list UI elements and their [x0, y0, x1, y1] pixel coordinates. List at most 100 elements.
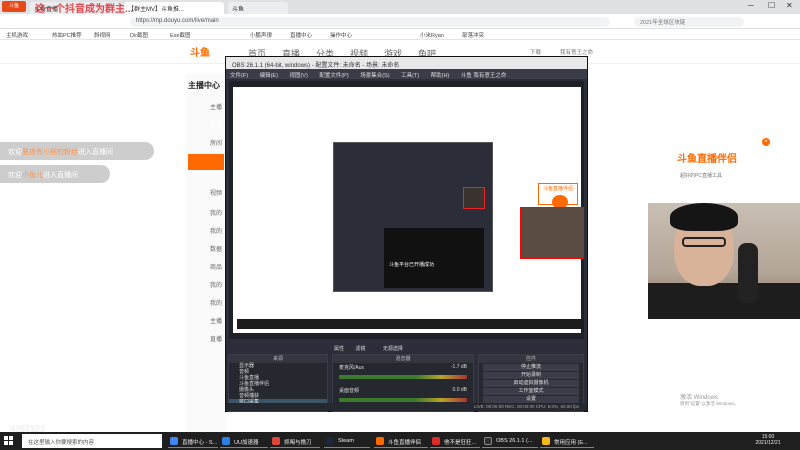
obs-source-toolbar: 属性 滤镜 无源选择 [226, 343, 587, 352]
obs-menu-item[interactable]: 斗鱼 我有意王之命 [461, 73, 507, 79]
taskbar-clock[interactable]: 15:00 2021/12/21 [748, 434, 788, 446]
bookmark-item[interactable]: Dir截图 [130, 31, 148, 39]
windows-activation-watermark: 激活 Windows 转到"设置"以激活 Windows。 [680, 392, 739, 407]
folder-icon [542, 437, 550, 445]
sidebar-item[interactable]: 我的 [210, 298, 222, 307]
bookmarks-bar: 主机游戏 热血PC推荐 斜视网 Dir截图 Exe截图 小鹏声律 直播中心 操作… [0, 29, 800, 40]
sidebar-item[interactable]: 商品 [210, 262, 222, 271]
captured-screen: 斗鱼平台已开播成功 斗鱼直播伴侣 [233, 87, 584, 333]
mixer-channel-name: 麦克风/Aux [339, 365, 365, 371]
obs-icon [484, 437, 492, 445]
taskbar-app[interactable]: 常用应用 (E... [540, 434, 594, 448]
obs-menu-item[interactable]: 工具(T) [401, 73, 419, 79]
browser-search-input[interactable]: 2021年全球区块链 [634, 17, 744, 27]
taskbar-app-label: Steam [338, 438, 354, 444]
mixer-channel-level: -1.7 dB [450, 364, 467, 370]
obs-title-bar: OBS 26.1.1 (64-bit, windows) - 配置文件: 未命名… [226, 57, 587, 69]
no-source-label: 无源选择 [382, 346, 403, 352]
watermark-line: 转到"设置"以激活 Windows。 [680, 401, 739, 406]
nested-obs-preview: 斗鱼平台已开播成功 [333, 142, 493, 292]
sidebar-item[interactable]: 房间 [210, 138, 222, 147]
promo-title: 斗鱼直播伴侣 [677, 154, 737, 165]
taskbar-app[interactable]: 斗鱼直播伴侣 [374, 434, 428, 448]
obs-menu-item[interactable]: 视图(V) [289, 73, 307, 79]
download-link[interactable]: 下载 [530, 48, 541, 56]
panel-header: 控件 [479, 355, 583, 363]
obs-menu-item[interactable]: 文件(F) [230, 73, 248, 79]
bookmark-item[interactable]: 主机游戏 [6, 31, 28, 39]
sidebar-item[interactable]: 直播 [210, 156, 222, 165]
chat-prefix: 欢迎 [8, 149, 22, 156]
bookmark-item[interactable]: 小米Ryan [420, 31, 444, 39]
chat-welcome-message: 欢迎夏夜有小熊的粉丝进入直播间 [0, 142, 154, 160]
maximize-icon[interactable]: ☐ [768, 1, 775, 10]
taskbar-app-label: OBS 26.1.1 (... [496, 438, 533, 444]
nested-webcam-source [463, 187, 485, 209]
start-recording-button[interactable]: 开始录制 [483, 372, 579, 379]
app-icon [432, 437, 440, 445]
obs-menu-item[interactable]: 编辑(E) [260, 73, 278, 79]
douyu-icon [376, 437, 384, 445]
douyu-live-logo: 斗鱼 [2, 1, 26, 12]
douyu-watermark-logo: 斗鱼 [8, 396, 41, 413]
panel-header: 混音器 [333, 355, 473, 363]
sidebar-item[interactable]: 直播 [210, 120, 222, 129]
sidebar-item[interactable]: 我的 [210, 226, 222, 235]
mic-volume-meter[interactable] [339, 375, 467, 379]
app-icon [272, 437, 280, 445]
filters-button[interactable]: 滤镜 [355, 346, 365, 352]
taskbar-app[interactable]: 他不是狂狂... [430, 434, 480, 448]
mixer-channel-name: 桌面音频 [339, 388, 360, 394]
stop-streaming-button[interactable]: 停止推流 [483, 364, 579, 371]
browser-tab[interactable]: 斗鱼 [228, 2, 288, 14]
studio-mode-button[interactable]: 工作室模式 [483, 388, 579, 395]
panel-header: 来源 [229, 355, 327, 363]
url-field[interactable]: https://mp.douyu.com/live/main [130, 17, 610, 27]
virtual-camera-button[interactable]: 启动虚拟摄像机 [483, 380, 579, 387]
taskbar-app[interactable]: OBS 26.1.1 (... [482, 434, 538, 448]
obs-preview[interactable]: 斗鱼平台已开播成功 斗鱼直播伴侣 [229, 81, 584, 339]
bookmark-item[interactable]: 部落冲突 [462, 31, 484, 39]
bookmark-item[interactable]: 操作中心 [330, 31, 352, 39]
steam-icon [326, 437, 334, 445]
bookmark-item[interactable]: 小鹏声律 [250, 31, 272, 39]
sidebar-item[interactable]: 我的 [210, 208, 222, 217]
obs-window: OBS 26.1.1 (64-bit, windows) - 配置文件: 未命名… [225, 56, 588, 412]
taskbar-app[interactable]: 抓阄与撸刀 [270, 434, 320, 448]
minimize-icon[interactable]: ─ [748, 1, 754, 10]
taskbar-search-input[interactable]: 在这里输入你要搜索的内容 [22, 434, 162, 448]
bookmark-item[interactable]: 热血PC推荐 [52, 31, 82, 39]
mixer-channel: 麦克风/Aux -1.7 dB [333, 363, 473, 372]
browser-tab[interactable]: 【群主MV】斗鱼推... [124, 2, 224, 14]
bookmark-item[interactable]: 直播中心 [290, 31, 312, 39]
site-logo[interactable]: 斗鱼 [190, 44, 230, 60]
sidebar-item[interactable]: 数据 [210, 244, 222, 253]
obs-menu-item[interactable]: 场景集合(S) [360, 73, 389, 79]
taskbar-app[interactable]: 直播中心 - S... [168, 434, 218, 448]
selected-webcam-source[interactable] [520, 207, 584, 259]
close-icon[interactable]: ✕ [786, 1, 793, 10]
taskbar-app-label: 斗鱼直播伴侣 [388, 440, 422, 446]
bookmark-item[interactable]: Exe截图 [170, 31, 190, 39]
obs-menu-item[interactable]: 配置文件(P) [319, 73, 348, 79]
browser-address-bar: https://mp.douyu.com/live/main 2021年全球区块… [0, 14, 800, 29]
chat-username: 夏夜有小熊的粉丝 [22, 149, 78, 156]
sidebar-item[interactable]: 我的 [210, 280, 222, 289]
streamer-glasses [682, 237, 726, 247]
user-name[interactable]: 我有意王之命 [560, 48, 593, 56]
taskbar-app[interactable]: UU加速器 [220, 434, 268, 448]
settings-button[interactable]: 设置 [483, 396, 579, 403]
sidebar-item[interactable]: 主播 [210, 316, 222, 325]
taskbar-app-label: UU加速器 [234, 440, 259, 446]
sidebar-item[interactable]: 视频 [210, 188, 222, 197]
windows-start-icon[interactable] [4, 436, 14, 446]
clock-date: 2021/12/21 [755, 440, 781, 446]
desktop-volume-meter[interactable] [339, 398, 467, 402]
properties-button[interactable]: 属性 [334, 346, 344, 352]
promo-close-icon[interactable]: × [762, 138, 770, 146]
sidebar-item[interactable]: 直播 [210, 334, 222, 343]
sidebar-item[interactable]: 主播 [210, 102, 222, 111]
bookmark-item[interactable]: 斜视网 [94, 31, 111, 39]
obs-menu-item[interactable]: 帮助(H) [431, 73, 450, 79]
taskbar-app[interactable]: Steam [324, 434, 370, 448]
